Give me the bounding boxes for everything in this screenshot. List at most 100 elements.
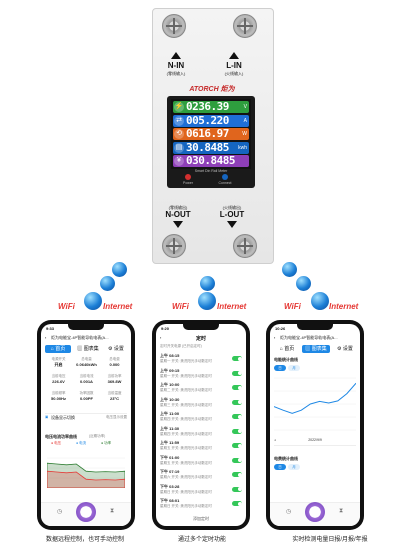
tab-settings[interactable]: ⚙ 设置 [332, 345, 358, 353]
status-time: 10:26 [275, 326, 286, 331]
metric-cell: 当前电压 226.6V [45, 374, 72, 384]
timer-toggle[interactable] [232, 457, 242, 463]
metric-cell: 当前电流 0.001A [73, 374, 100, 384]
globe-icon [198, 292, 216, 310]
l-out-label: L-OUT [219, 210, 245, 219]
timer-item[interactable]: 下午 03:28 星期日 开关: 美洗阳光手动数定时 [156, 484, 246, 498]
globe-icon [112, 262, 127, 277]
reading-icon: ¥ [174, 156, 184, 166]
caption-reports: 实时检测电量日报/月报/年报 [292, 537, 368, 543]
tab-charts[interactable]: ▥ 图表集 [75, 345, 101, 353]
metric-cell: 总电量 0.0640kWh [73, 357, 100, 367]
lcd-reading-row: ¥030.8485 [173, 155, 249, 167]
phone-home-screen: 9:33 ‹ 炬为电能宝-4P智能导轨电表(A... ⌂ 首页 ▥ 图表集 ⚙ … [41, 324, 131, 526]
timer-toggle[interactable] [232, 399, 242, 405]
timer-desc: 星期一 开关: 美洗阳光手动数定时 [160, 373, 212, 378]
timer-item[interactable]: 下午 07:19 星期六 开关: 美洗阳光手动数定时 [156, 469, 246, 483]
power-button[interactable] [305, 502, 325, 522]
chip-day[interactable]: 日 [274, 464, 286, 470]
tab-charts[interactable]: ▥ 图表集 [302, 345, 330, 353]
chip-day[interactable]: 日 [274, 365, 286, 371]
timer-desc: 星期日 开关: 美洗阳光手动数定时 [160, 504, 212, 508]
voltage-current-chart [47, 448, 125, 488]
timer-toggle[interactable] [232, 414, 242, 419]
n-in-sub: (零线输入) [166, 71, 186, 76]
date-label: 2022/9/9 [308, 438, 322, 442]
screw-top-right [233, 14, 257, 38]
l-in-sub: (火线输入) [224, 71, 244, 76]
metric-value: 369.8W [107, 379, 122, 384]
screw-top-left [162, 14, 186, 38]
timer-item[interactable]: 下午 08:01 星期日 开关: 美洗阳光手动数定时 [156, 498, 246, 512]
tab-home[interactable]: ⌂ 首页 [274, 345, 300, 353]
reading-icon: ⚡ [174, 102, 184, 112]
cost-chart-title: 电费统计曲线 [274, 456, 298, 461]
chip-month[interactable]: 月 [288, 464, 300, 470]
legend-voltage: ● 电压 [51, 441, 62, 445]
chart-icon: ▥ [77, 346, 83, 352]
timer-desc: 星期六 开关: 美洗阳光手动数定时 [160, 475, 212, 479]
timer-item[interactable]: 上午 11:59 星期五 开关: 美洗阳光手动数定时 [156, 440, 246, 454]
timer-item[interactable]: 上午 11:30 星期四 开关: 美洗阳光手动数定时 [156, 426, 246, 440]
timer-toggle[interactable] [232, 370, 242, 376]
add-timer-button[interactable]: 添加定时 [156, 516, 246, 522]
timer-toggle[interactable] [232, 486, 242, 492]
metric-value: 50.00Hz [51, 396, 66, 401]
status-time: 9:20 [161, 326, 170, 331]
timer-toggle[interactable] [232, 356, 242, 361]
timer-toggle[interactable] [232, 443, 242, 448]
metric-value: 开启 [54, 362, 63, 367]
timer-toggle[interactable] [232, 501, 242, 506]
back-icon[interactable]: ‹ [45, 335, 46, 340]
timer-item[interactable]: 上午 10:00 星期二 开关: 美洗阳光手动数定时 [156, 382, 246, 396]
back-icon[interactable]: ‹ [274, 335, 275, 340]
home-icon: ⌂ [279, 346, 283, 352]
switch-icon: ▣ [45, 415, 49, 419]
hourglass-icon[interactable]: ⧗ [339, 508, 343, 515]
chart-icon: ▥ [305, 346, 311, 352]
app-title: 炬为电能宝-4P智能导轨电表(A... [280, 335, 338, 340]
phone-stats-screen: 10:26 ‹ 炬为电能宝-4P智能导轨电表(A... ⌂ 首页 ▥ 图表集 ⚙… [270, 324, 360, 526]
timer-item[interactable]: 上午 08:15 星期一 开关: 美洗阳光手动数定时 [156, 353, 246, 367]
timer-toggle[interactable] [232, 472, 242, 477]
timer-item[interactable]: 上午 10:30 星期三 开关: 美洗阳光手动数定时 [156, 397, 246, 411]
wifi-label-3: WiFi [284, 302, 301, 311]
timer-desc: 星期日 开关: 美洗阳光手动数定时 [160, 489, 212, 494]
metric-value: 0.00PF [80, 396, 93, 401]
arrow-up-icon [229, 52, 239, 59]
timer-toggle[interactable] [232, 385, 242, 390]
chip-month[interactable]: 月 [288, 365, 300, 371]
metric-cell[interactable]: 电源开关 开启 [45, 357, 72, 368]
list-item[interactable]: 设备显示切换 [51, 415, 75, 421]
timer-subtitle: 定时开关电源 (已开启定时) [160, 344, 202, 348]
caption-timers: 通过多个定时功能 [177, 537, 226, 543]
globe-icon [84, 292, 102, 310]
clock-icon[interactable]: ◷ [286, 508, 291, 515]
power-button[interactable] [76, 502, 96, 522]
connect-led [222, 174, 228, 180]
n-in-label: N-IN [167, 61, 185, 70]
metric-cell: 功率因数 0.00PF [73, 391, 100, 401]
timer-desc: 星期二 开关: 美洗阳光手动数定时 [160, 388, 212, 392]
clock-icon[interactable]: ◷ [57, 508, 62, 515]
timer-item[interactable]: 上午 09:15 星期一 开关: 美洗阳光手动数定时 [156, 368, 246, 382]
tab-settings[interactable]: ⚙ 设置 [103, 345, 129, 353]
timer-desc: 星期五 开关: 美洗阳光手动数定时 [160, 446, 212, 450]
tab-home[interactable]: ⌂ 首页 [45, 345, 71, 353]
wifi-label-1: WiFi [58, 302, 75, 311]
phone-timers-screen: 9:20 ‹ 定时 定时开关电源 (已开启定时) 上午 08:15 星期一 开关:… [156, 324, 246, 526]
timer-item[interactable]: 上午 11:00 星期四 开关: 美洗阳光手动数定时 [156, 411, 246, 425]
caption-control: 数据远程控制，也可手动控制 [45, 537, 124, 543]
screw-bottom-right [233, 234, 257, 258]
timer-item[interactable]: 下午 01:00 星期五 开关: 美洗阳光手动数定时 [156, 455, 246, 469]
hourglass-icon[interactable]: ⧗ [110, 508, 114, 515]
gear-icon: ⚙ [108, 346, 113, 352]
model-label: Smart Din Rail Meter [194, 169, 228, 173]
status-time: 9:33 [46, 326, 55, 331]
app-title: 炬为电能宝-4P智能导轨电表(A... [51, 335, 109, 340]
timer-toggle[interactable] [232, 428, 242, 434]
list-item-right[interactable]: 电压显示设置 [99, 415, 127, 420]
legend-current: ● 电流 [76, 441, 87, 445]
metric-value: 0.000 [109, 362, 120, 367]
wifi-label-2: WiFi [172, 302, 189, 311]
